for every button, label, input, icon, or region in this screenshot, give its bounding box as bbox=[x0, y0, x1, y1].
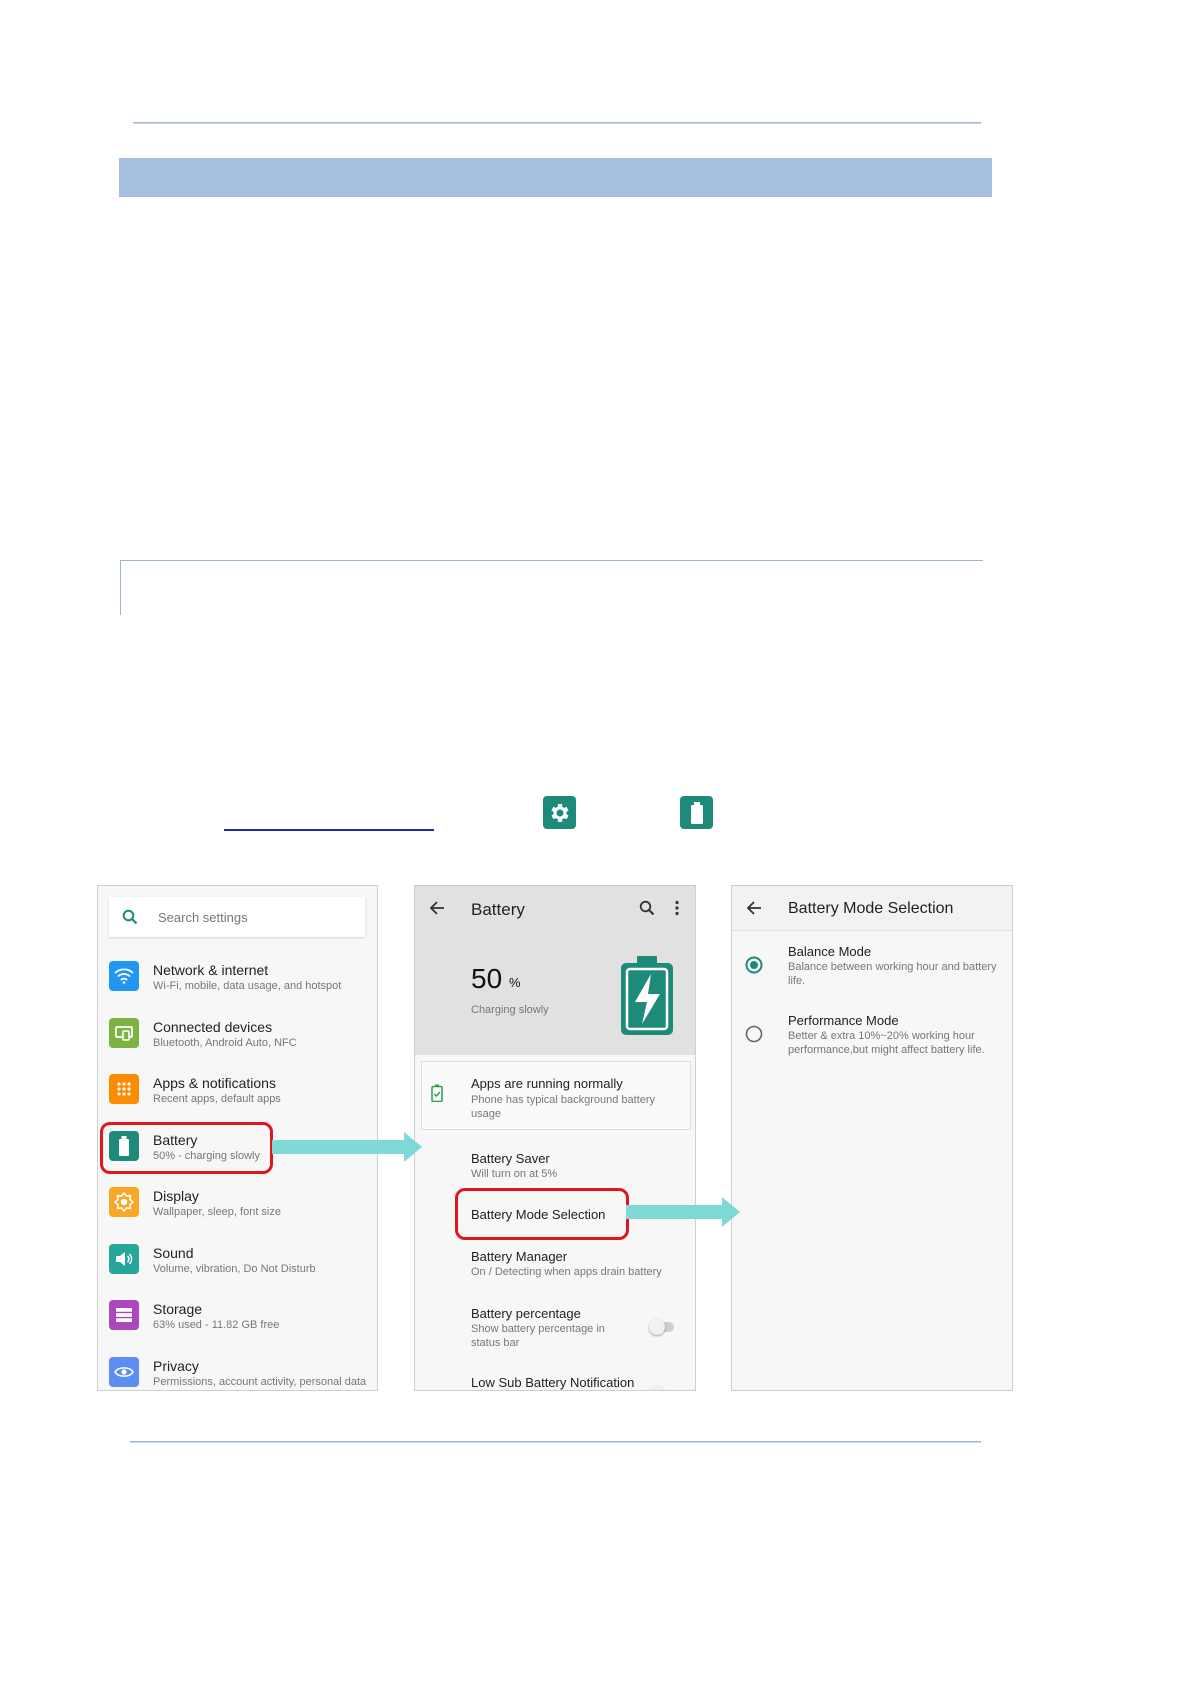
settings-item-title: Network & internet bbox=[153, 962, 269, 978]
note-box bbox=[120, 560, 983, 615]
settings-item-subtitle: Volume, vibration, Do Not Disturb bbox=[153, 1263, 316, 1275]
charging-status: Charging slowly bbox=[471, 1004, 549, 1016]
settings-item-subtitle: Bluetooth, Android Auto, NFC bbox=[153, 1037, 297, 1049]
battery-app-icon bbox=[680, 796, 713, 829]
section-heading-bar bbox=[119, 158, 992, 197]
battery-item-title: Battery Saver bbox=[471, 1151, 550, 1166]
settings-item-title: Apps & notifications bbox=[153, 1075, 276, 1091]
settings-item-subtitle: Wallpaper, sleep, font size bbox=[153, 1206, 281, 1218]
mode-option-subtitle: Better & extra 10%~20% working hour perf… bbox=[788, 1030, 985, 1056]
back-arrow-icon[interactable] bbox=[429, 900, 445, 916]
apps-status-subtitle: Phone has typical background battery usa… bbox=[471, 1094, 656, 1120]
mode-option-subtitle: Balance between working hour and battery… bbox=[788, 961, 997, 987]
toggle-knob bbox=[649, 1319, 665, 1335]
flow-arrow-1 bbox=[272, 1132, 422, 1162]
battery-item-subtitle: On / Detecting when apps drain battery bbox=[471, 1266, 662, 1278]
battery-screen: Battery 50 % Charging slowly Apps are ru… bbox=[414, 885, 696, 1391]
battery-item-title: Battery percentage bbox=[471, 1306, 581, 1321]
settings-gear-icon bbox=[543, 796, 576, 829]
settings-item-title: Display bbox=[153, 1188, 199, 1204]
search-bar[interactable]: Search settings bbox=[109, 897, 365, 937]
battery-screen-title: Battery bbox=[471, 900, 525, 919]
settings-item-title: Connected devices bbox=[153, 1019, 273, 1035]
footer-rule bbox=[130, 1441, 981, 1443]
hyperlink-underline[interactable] bbox=[224, 829, 434, 831]
privacy-eye-icon bbox=[109, 1357, 139, 1387]
battery-item-subtitle: Will turn on at 5% bbox=[471, 1168, 558, 1180]
settings-item-subtitle: 63% used - 11.82 GB free bbox=[153, 1319, 280, 1331]
settings-item-subtitle: Permissions, account activity, personal … bbox=[153, 1376, 367, 1388]
header-rule bbox=[133, 122, 981, 124]
low-sub-battery-toggle[interactable] bbox=[649, 1386, 665, 1390]
battery-item-title: Battery Manager bbox=[471, 1249, 568, 1264]
more-options-icon[interactable] bbox=[674, 900, 680, 916]
charging-battery-icon bbox=[621, 956, 673, 1035]
settings-item-subtitle: Recent apps, default apps bbox=[153, 1093, 281, 1105]
wifi-icon bbox=[109, 961, 139, 991]
battery-mode-highlight-box bbox=[455, 1188, 629, 1240]
settings-item-title: Sound bbox=[153, 1245, 194, 1261]
display-brightness-icon bbox=[109, 1187, 139, 1217]
storage-icon bbox=[109, 1300, 139, 1330]
apps-status-card[interactable]: Apps are running normally Phone has typi… bbox=[421, 1061, 691, 1130]
search-input[interactable]: Search settings bbox=[158, 910, 248, 925]
settings-item-title: Storage bbox=[153, 1301, 203, 1317]
mode-screen-title: Battery Mode Selection bbox=[788, 900, 954, 917]
mode-option-title: Balance Mode bbox=[788, 944, 872, 959]
apps-grid-icon bbox=[109, 1074, 139, 1104]
battery-highlight-box bbox=[100, 1122, 273, 1174]
battery-check-icon bbox=[431, 1084, 443, 1102]
radio-selected-icon[interactable] bbox=[745, 956, 763, 974]
flow-arrow-2 bbox=[626, 1197, 740, 1227]
battery-mode-screen: Battery Mode Selection Balance Mode Bala… bbox=[731, 885, 1013, 1391]
battery-item-subtitle: Show battery percentage in status bar bbox=[471, 1323, 605, 1349]
mode-header: Battery Mode Selection bbox=[732, 886, 1012, 931]
battery-item-title: Low Sub Battery Notification bbox=[471, 1375, 635, 1390]
back-arrow-icon[interactable] bbox=[746, 900, 762, 916]
sound-icon bbox=[109, 1244, 139, 1274]
mode-option-title: Performance Mode bbox=[788, 1013, 899, 1028]
battery-level-unit: % bbox=[509, 975, 521, 990]
settings-item-subtitle: Wi-Fi, mobile, data usage, and hotspot bbox=[153, 980, 342, 992]
battery-header: Battery 50 % Charging slowly bbox=[415, 886, 695, 1055]
radio-unselected-icon[interactable] bbox=[745, 1025, 763, 1043]
apps-status-title: Apps are running normally bbox=[471, 1076, 623, 1091]
search-icon[interactable] bbox=[639, 900, 655, 916]
settings-item-title: Privacy bbox=[153, 1358, 199, 1374]
connected-devices-icon bbox=[109, 1018, 139, 1048]
battery-level-value: 50 bbox=[471, 963, 503, 994]
search-icon bbox=[122, 909, 138, 925]
